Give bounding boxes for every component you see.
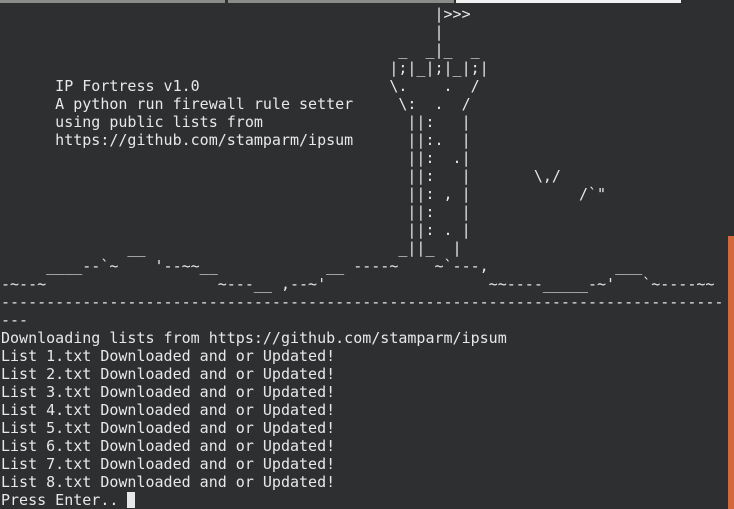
output-line: List 1.txt Downloaded and or Updated!: [1, 347, 336, 365]
output-line: List 3.txt Downloaded and or Updated!: [1, 383, 336, 401]
banner-line: ||: |: [1, 203, 471, 221]
banner-line: |: [1, 23, 444, 41]
banner-line: __ _||_ |: [1, 239, 462, 257]
text-cursor: [127, 492, 136, 508]
banner-line: IP Fortress v1.0 \. . /: [1, 77, 480, 95]
terminal-window: |>>> | _ _|_ _ |;|_|;|_|;| IP Fortress v…: [0, 0, 734, 509]
banner-line: -~--~ ~---__ ,--~' ~~----_____-~' `~----…: [1, 275, 715, 293]
banner-line: ____--`~ '--~~__ __ ----~ ~`---, ___: [1, 257, 643, 275]
output-line: List 7.txt Downloaded and or Updated!: [1, 455, 336, 473]
output-line: List 8.txt Downloaded and or Updated!: [1, 473, 336, 491]
output-line: List 5.txt Downloaded and or Updated!: [1, 419, 336, 437]
tab-1[interactable]: [0, 0, 225, 3]
banner-line: A python run firewall rule setter \: . /: [1, 95, 471, 113]
banner-line: |>>>: [1, 5, 471, 23]
prompt-line[interactable]: Press Enter..: [1, 491, 727, 509]
output-line: Downloading lists from https://github.co…: [1, 329, 507, 347]
separator-line: ---: [1, 311, 29, 329]
output-line: List 2.txt Downloaded and or Updated!: [1, 365, 336, 383]
tab-3-active[interactable]: [456, 0, 681, 3]
banner-line: ||: , | /`": [1, 185, 607, 203]
terminal-output[interactable]: |>>> | _ _|_ _ |;|_|;|_|;| IP Fortress v…: [1, 5, 727, 509]
output-line: List 6.txt Downloaded and or Updated!: [1, 437, 336, 455]
scrollbar-thumb[interactable]: [728, 236, 734, 509]
separator-line: ----------------------------------------…: [1, 293, 724, 311]
banner-line: using public lists from ||: |: [1, 113, 471, 131]
banner-line: |;|_|;|_|;|: [1, 59, 489, 77]
output-line: List 4.txt Downloaded and or Updated!: [1, 401, 336, 419]
tab-2[interactable]: [228, 0, 454, 3]
tab-bar: [0, 0, 734, 4]
banner-line: https://github.com/stamparm/ipsum ||:. |: [1, 131, 471, 149]
banner-line: _ _|_ _: [1, 41, 480, 59]
banner-line: ||: | \,/: [1, 167, 561, 185]
banner-line: ||: . |: [1, 221, 471, 239]
prompt-text: Press Enter..: [1, 491, 128, 509]
banner-line: ||: .|: [1, 149, 471, 167]
